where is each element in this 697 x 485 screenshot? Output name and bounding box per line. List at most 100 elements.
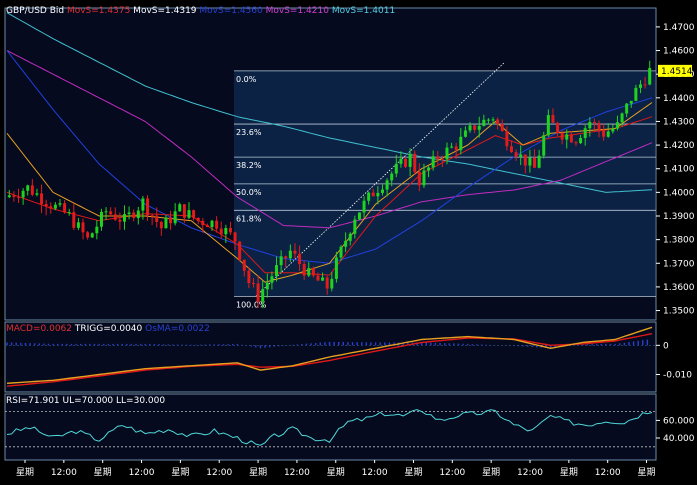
candle-body (311, 268, 315, 276)
candle-body (615, 122, 619, 129)
candle-body (302, 264, 306, 276)
candle-body (339, 246, 343, 258)
candle-body (113, 214, 117, 220)
price-tick-label: 1.4200 (663, 141, 695, 151)
candle-body (118, 219, 122, 222)
candle-body (219, 228, 223, 235)
candle-body (238, 241, 242, 260)
candle-body (72, 212, 76, 228)
candle-body (141, 198, 145, 211)
candle-body (215, 220, 219, 229)
candle-body (95, 226, 99, 234)
candle-body (109, 211, 113, 215)
candle-body (413, 153, 417, 172)
candle-body (551, 115, 555, 123)
time-tick-label: 星期 (482, 467, 500, 478)
candle-body (606, 131, 610, 137)
candle-body (136, 210, 140, 219)
candle-body (325, 277, 329, 289)
candle-body (620, 113, 624, 123)
candle-body (440, 159, 444, 161)
candle-body (330, 278, 334, 289)
time-tick-label: 星期 (171, 467, 189, 478)
time-tick-label: 12:00 (129, 468, 155, 478)
time-tick-label: 星期 (249, 467, 267, 478)
candle-body (275, 265, 279, 277)
candle-body (597, 122, 601, 130)
chart-canvas: 0.0%23.6%38.2%50.0%61.8%100.0%1.47001.46… (0, 0, 697, 481)
candle-body (380, 189, 384, 193)
price-legend-item: MovS=1.4210 (263, 6, 329, 16)
candle-body (99, 211, 103, 227)
candle-body (496, 119, 500, 125)
rsi-tick-label: 60.000 (663, 416, 695, 426)
candle-body (307, 268, 311, 276)
candle-body (279, 256, 283, 266)
price-tick-label: 1.4700 (663, 23, 695, 33)
fib-level-label: 38.2% (236, 161, 262, 170)
candle-body (247, 270, 251, 284)
candle-body (427, 167, 431, 171)
candle-body (399, 158, 403, 164)
candle-body (81, 222, 85, 233)
candle-body (44, 203, 48, 207)
candle-body (542, 135, 546, 156)
time-tick-label: 12:00 (51, 468, 77, 478)
price-legend-item: MovS=1.4375 (64, 6, 130, 16)
candle-body (629, 100, 633, 104)
rsi-legend-item: RSI=71.901 (6, 396, 60, 406)
candle-body (394, 163, 398, 174)
price-panel: 0.0%23.6%38.2%50.0%61.8%100.0%1.47001.46… (4, 6, 695, 321)
time-tick-label: 星期 (16, 467, 34, 478)
candle-body (463, 130, 467, 137)
time-tick-label: 12:00 (517, 468, 543, 478)
candle-body (514, 152, 518, 157)
candle-body (638, 84, 642, 88)
candle-body (556, 122, 560, 133)
macd-tick-label: -0.010 (663, 371, 692, 381)
candle-body (574, 142, 578, 144)
candle-body (611, 128, 615, 132)
price-tick-label: 1.3700 (663, 259, 695, 269)
candle-body (256, 283, 260, 302)
fib-level-label: 61.8% (236, 214, 262, 223)
candle-body (26, 185, 30, 191)
time-tick-label: 星期 (404, 467, 422, 478)
candle-body (505, 130, 509, 147)
time-tick-label: 12:00 (595, 468, 621, 478)
candle-body (468, 125, 472, 131)
candle-body (196, 217, 200, 221)
candle-body (173, 211, 177, 224)
fib-level-label: 0.0% (236, 75, 257, 84)
candle-body (648, 68, 652, 85)
macd-legend-item: TRIGG=0.0040 (72, 324, 143, 334)
macd-panel: 0 -0.010 MACD=0.0062 TRIGG=0.0040 OsMA=0.0… (4, 321, 692, 393)
candle-body (569, 134, 573, 143)
last-price-value: 1.4514 (661, 67, 693, 77)
candle-body (284, 256, 288, 259)
price-legend-item: MovS=1.4560 (197, 6, 263, 16)
candle-body (353, 219, 357, 234)
price-legend: GBP/USD Bid MovS=1.4375 MovS=1.4319 MovS… (6, 6, 395, 16)
candle-body (321, 277, 325, 281)
candle-body (519, 154, 523, 157)
candle-body (592, 122, 596, 124)
candle-body (459, 136, 463, 151)
time-tick-label: 星期 (560, 467, 578, 478)
price-tick-label: 1.3600 (663, 283, 695, 293)
fib-level-label: 50.0% (236, 188, 262, 197)
candle-body (357, 212, 361, 220)
candle-body (270, 276, 274, 283)
candle-body (477, 125, 481, 130)
candle-body (251, 283, 255, 285)
candle-body (486, 119, 490, 121)
candle-body (602, 129, 606, 137)
candle-body (376, 192, 380, 197)
candle-body (482, 119, 486, 126)
candle-body (12, 195, 16, 197)
candle-body (288, 250, 292, 259)
candle-body (334, 257, 338, 279)
candle-body (500, 124, 504, 131)
price-tick-label: 1.4600 (663, 47, 695, 57)
candle-body (643, 84, 647, 86)
